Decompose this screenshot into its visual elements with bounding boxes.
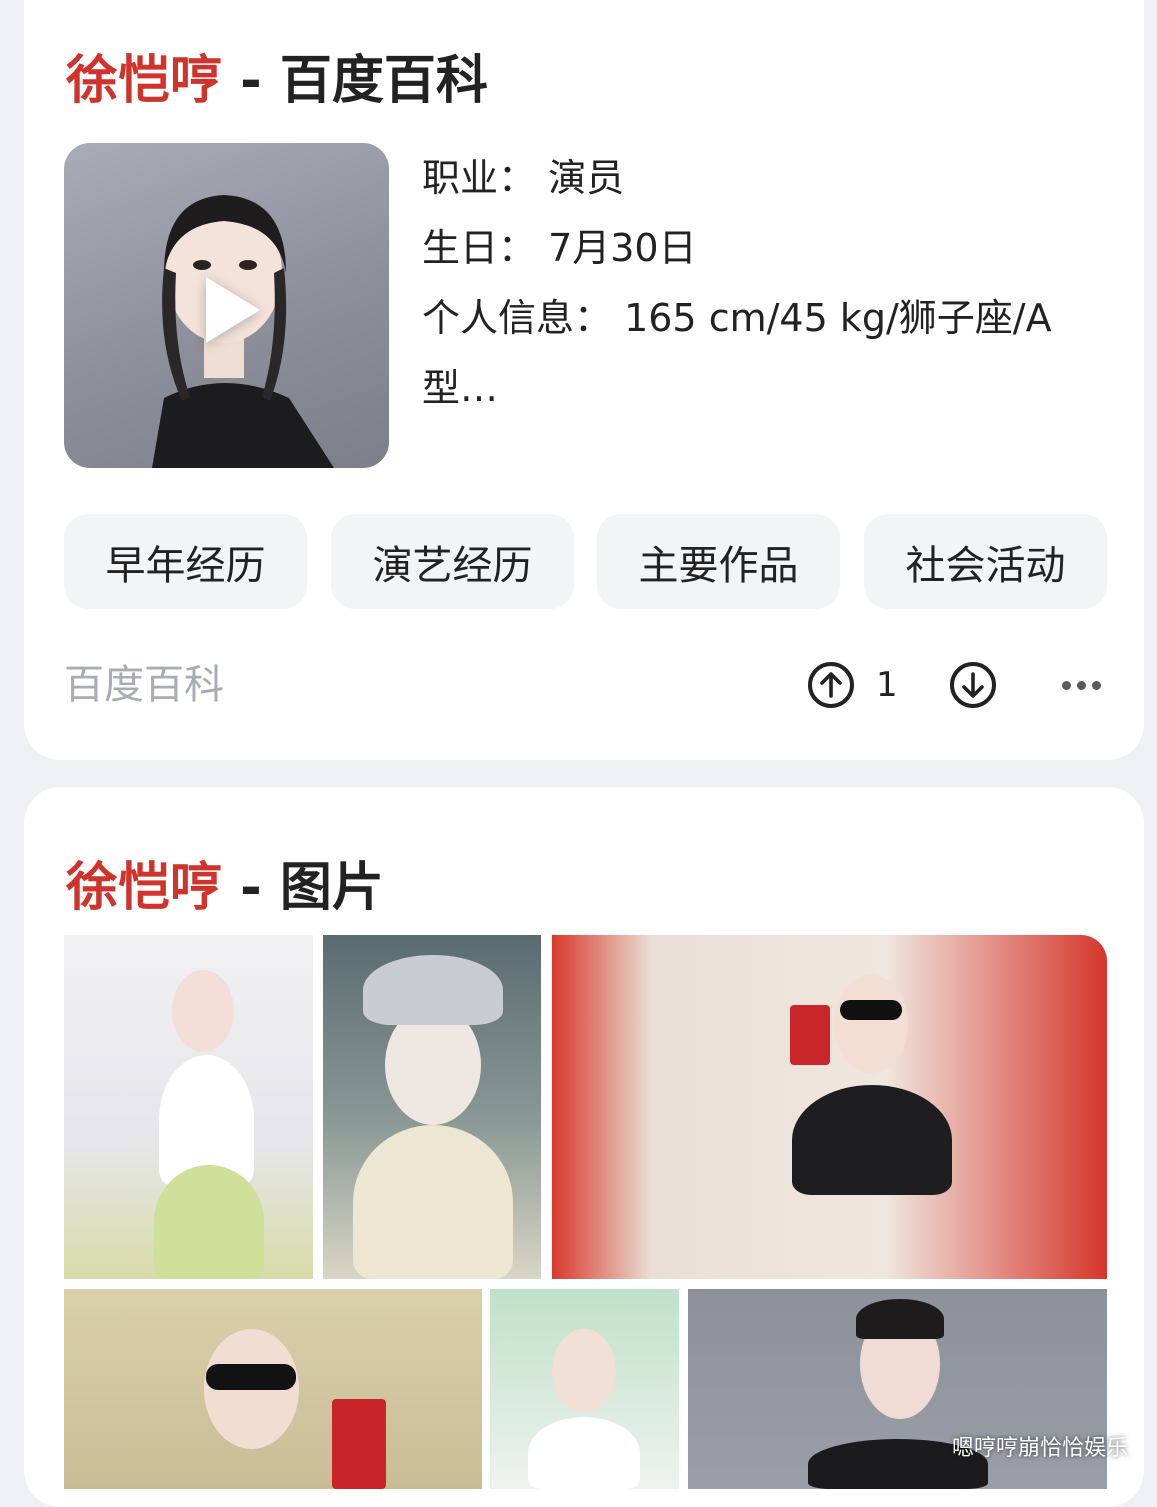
source-label[interactable]: 百度百科 xyxy=(64,658,224,712)
title-separator: - xyxy=(222,51,280,111)
play-icon[interactable] xyxy=(206,277,260,343)
section-chips: 早年经历 演艺经历 主要作品 社会活动 xyxy=(64,514,1108,609)
photo-4[interactable] xyxy=(64,1289,482,1489)
more-dots-icon xyxy=(1062,680,1101,690)
arrow-down-icon xyxy=(950,662,996,708)
title-person-name: 徐恺哼 xyxy=(66,858,223,918)
video-thumbnail[interactable] xyxy=(64,143,389,468)
title-separator: - xyxy=(222,858,280,918)
chip-career[interactable]: 演艺经历 xyxy=(331,514,574,609)
watermark-text: 嗯哼哼崩恰恰娱乐 xyxy=(952,1436,1129,1461)
chip-early-life[interactable]: 早年经历 xyxy=(64,514,307,609)
title-person-name: 徐恺哼 xyxy=(66,51,223,111)
images-result-card[interactable]: 徐恺哼 - 图片 xyxy=(24,787,1144,1507)
images-title-link[interactable]: 徐恺哼 - 图片 xyxy=(66,845,384,920)
upvote-count: 1 xyxy=(876,665,898,705)
baike-title-link[interactable]: 徐恺哼 - 百度百科 xyxy=(66,38,488,113)
info-profession: 职业： 演员 xyxy=(422,156,625,200)
upvote-button[interactable]: 1 xyxy=(808,658,898,712)
photo-1[interactable] xyxy=(64,935,313,1279)
title-source: 图片 xyxy=(279,858,384,918)
downvote-button[interactable] xyxy=(950,658,996,712)
info-personal: 个人信息： 165 cm/45 kg/狮子座/A型… xyxy=(422,296,1052,410)
title-source: 百度百科 xyxy=(279,51,488,111)
more-options-button[interactable] xyxy=(1062,658,1101,712)
baike-result-card[interactable]: 徐恺哼 - 百度百科 职业： 演员 生日： 7月30日 个人信息： 165 cm… xyxy=(24,0,1144,760)
photo-2[interactable] xyxy=(323,935,541,1279)
info-panel: 职业： 演员 生日： 7月30日 个人信息： 165 cm/45 kg/狮子座/… xyxy=(422,143,1112,423)
card-footer: 百度百科 1 xyxy=(64,658,1108,712)
photo-5[interactable] xyxy=(490,1289,679,1489)
photo-3[interactable] xyxy=(552,935,1107,1279)
chip-social-activities[interactable]: 社会活动 xyxy=(864,514,1107,609)
chip-works[interactable]: 主要作品 xyxy=(597,514,840,609)
info-birthday: 生日： 7月30日 xyxy=(422,226,697,270)
arrow-up-icon xyxy=(808,662,854,708)
